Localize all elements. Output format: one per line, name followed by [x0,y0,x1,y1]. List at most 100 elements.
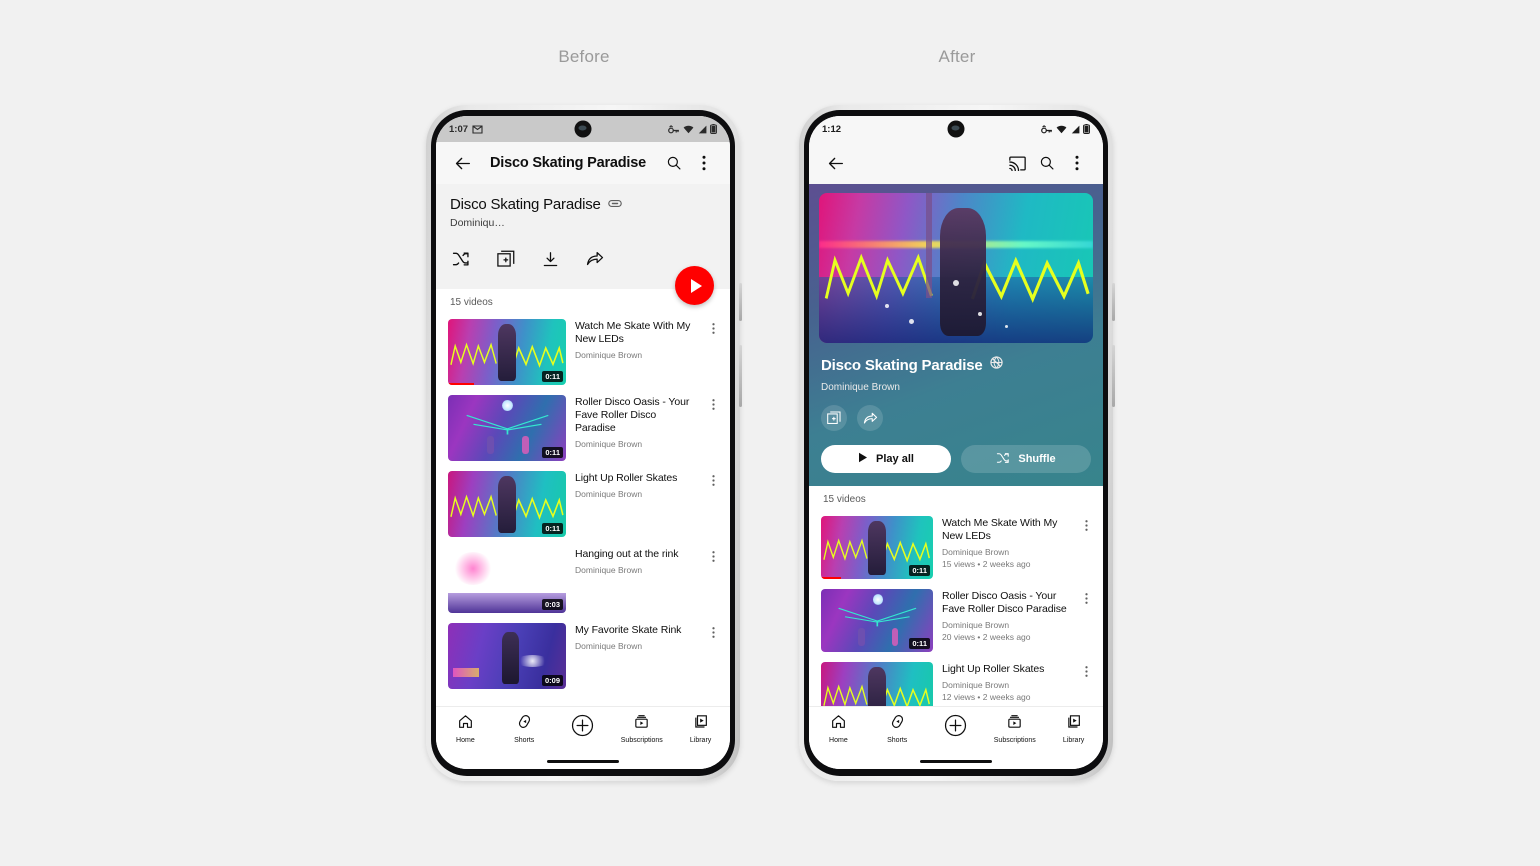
signal-icon [698,125,707,134]
neon-zigzag-left [825,253,934,301]
video-duration: 0:09 [541,675,563,686]
video-duration: 0:03 [541,599,563,610]
after-video-count: 15 videos [809,486,1103,511]
nav-item-shorts[interactable]: Shorts [868,714,927,744]
cast-icon[interactable] [1002,148,1032,178]
video-overflow-icon[interactable] [1079,589,1093,652]
nav-item-shorts[interactable]: Shorts [495,714,554,744]
video-thumbnail[interactable]: 0:09 [448,623,566,689]
back-arrow-icon[interactable] [447,148,477,178]
volume-button[interactable] [739,345,742,407]
video-thumbnail[interactable]: 0:11 [821,662,933,706]
phone-after: 1:12 Disco Skating Paradise Dominique Br… [799,105,1115,781]
video-list-item[interactable]: 0:11 Roller Disco Oasis - Your Fave Rolle… [809,584,1103,657]
gesture-bar [920,760,992,763]
light-spark [977,311,982,316]
video-meta: Roller Disco Oasis - Your Fave Roller Di… [575,395,697,461]
before-app-bar-title: Disco Skating Paradise [490,155,646,171]
video-title: Roller Disco Oasis - Your Fave Roller Di… [942,590,1067,616]
share-icon[interactable] [857,405,883,431]
nav-item-subscriptions[interactable]: Subscriptions [985,714,1044,744]
volume-button[interactable] [1112,345,1115,407]
hero-thumbnail [819,193,1093,343]
nav-item-home[interactable]: Home [436,714,495,744]
nav-item-home[interactable]: Home [809,714,868,744]
after-bottom-nav: Home Shorts Subscriptions Library [809,706,1103,769]
video-list-item[interactable]: 0:11 Light Up Roller Skates Dominique Brow… [436,466,730,542]
video-thumbnail[interactable]: 0:11 [448,471,566,537]
after-video-list[interactable]: 0:11 Watch Me Skate With My New LEDs Domin… [809,511,1103,706]
hero-playlist-title: Disco Skating Paradise [821,356,983,374]
power-button[interactable] [739,283,742,321]
more-vert-icon[interactable] [689,148,719,178]
hero-action-row [821,405,1093,431]
video-meta: My Favorite Skate Rink Dominique Brown [575,623,697,689]
nav-item-label: Shorts [887,737,908,744]
status-bar: 1:12 [809,116,1103,142]
nav-item-create[interactable] [554,714,613,752]
video-list-item[interactable]: 0:11 Light Up Roller Skates Dominique Brow… [809,657,1103,706]
share-icon[interactable] [586,251,604,272]
download-icon[interactable] [542,251,559,273]
home-icon [831,714,846,734]
nav-item-label: Home [829,737,848,744]
nav-item-create[interactable] [927,714,986,752]
video-meta: Light Up Roller Skates Dominique Brown [575,471,697,537]
video-overflow-icon[interactable] [706,547,720,613]
after-screen: 1:12 Disco Skating Paradise Dominique Br… [809,116,1103,769]
video-meta: Watch Me Skate With My New LEDs Dominique… [575,319,697,385]
power-button[interactable] [1112,283,1115,321]
video-thumbnail[interactable]: 0:11 [448,319,566,385]
video-duration: 0:11 [542,447,563,458]
before-video-list[interactable]: 0:11 Watch Me Skate With My New LEDs Domin… [436,314,730,706]
video-channel: Dominique Brown [942,680,1010,691]
video-overflow-icon[interactable] [706,319,720,385]
nav-item-label [955,745,957,752]
rink-pole [925,193,933,298]
play-all-label: Play all [876,453,914,465]
search-icon[interactable] [1032,148,1062,178]
shuffle-icon[interactable] [452,251,470,272]
gesture-bar [547,760,619,763]
search-icon[interactable] [659,148,689,178]
video-list-item[interactable]: 0:11 Roller Disco Oasis - Your Fave Rolle… [436,390,730,466]
video-thumbnail[interactable]: 0:03 [448,547,566,613]
video-overflow-icon[interactable] [706,471,720,537]
play-all-button[interactable]: Play all [821,445,951,473]
video-channel: Dominique Brown [575,565,643,576]
video-overflow-icon[interactable] [1079,662,1093,706]
video-duration: 0:11 [909,638,930,649]
before-screen: 1:07 Disco Skating Paradise Disco Skatin… [436,116,730,769]
video-list-item[interactable]: 0:03 Hanging out at the rink Dominique Bro… [436,542,730,618]
video-overflow-icon[interactable] [706,395,720,461]
playlist-owner: Dominiqu… [450,217,505,229]
video-meta: Watch Me Skate With My New LEDs Dominique… [942,516,1070,579]
save-to-library-icon[interactable] [821,405,847,431]
private-globe-icon [989,356,1003,374]
play-triangle-icon [858,452,868,466]
video-duration: 0:11 [542,371,563,382]
nav-item-label: Library [689,737,712,744]
play-fab[interactable] [675,266,714,305]
shuffle-button[interactable]: Shuffle [961,445,1091,473]
phone-bezel: 1:12 Disco Skating Paradise Dominique Br… [804,110,1108,776]
video-list-item[interactable]: 0:11 Watch Me Skate With My New LEDs Domin… [809,511,1103,584]
nav-item-library[interactable]: Library [1044,714,1103,744]
create-plus-icon [571,714,594,742]
video-list-item[interactable]: 0:11 Watch Me Skate With My New LEDs Domin… [436,314,730,390]
video-thumbnail[interactable]: 0:11 [448,395,566,461]
status-bar: 1:07 [436,116,730,142]
playlist-header: Disco Skating Paradise Dominiqu… [436,184,730,305]
video-overflow-icon[interactable] [1079,516,1093,579]
back-arrow-icon[interactable] [820,148,850,178]
nav-item-label: Subscriptions [993,737,1036,744]
video-thumbnail[interactable]: 0:11 [821,516,933,579]
video-thumbnail[interactable]: 0:11 [821,589,933,652]
before-bottom-nav: Home Shorts Subscriptions Library [436,706,730,769]
more-vert-icon[interactable] [1062,148,1092,178]
video-overflow-icon[interactable] [706,623,720,689]
video-list-item[interactable]: 0:09 My Favorite Skate Rink Dominique Brow… [436,618,730,694]
save-to-library-icon[interactable] [497,250,515,273]
nav-item-library[interactable]: Library [671,714,730,744]
nav-item-subscriptions[interactable]: Subscriptions [612,714,671,744]
